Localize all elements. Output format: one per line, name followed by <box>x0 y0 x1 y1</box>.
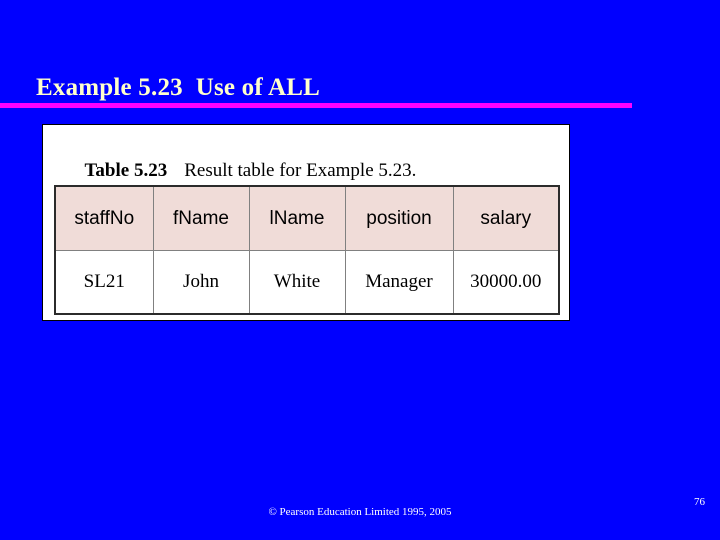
column-header-lname: lName <box>248 185 346 251</box>
cell-staffno: SL21 <box>54 250 154 315</box>
page-title: Example 5.23 Use of ALL <box>36 74 320 101</box>
title-divider-rule <box>0 103 632 108</box>
table-header-row: staffNo fName lName position salary <box>54 185 560 251</box>
cell-fname: John <box>152 250 250 315</box>
cell-position: Manager <box>344 250 454 315</box>
column-header-fname: fName <box>152 185 250 251</box>
result-table: staffNo fName lName position salary SL21… <box>54 185 560 315</box>
column-header-staffno: staffNo <box>54 185 154 251</box>
table-caption-text: Result table for Example 5.23. <box>184 160 417 181</box>
column-header-salary: salary <box>452 185 560 251</box>
column-header-position: position <box>344 185 454 251</box>
cell-lname: White <box>248 250 346 315</box>
footer-copyright: © Pearson Education Limited 1995, 2005 <box>268 506 452 518</box>
cell-salary: 30000.00 <box>452 250 560 315</box>
slide: Example 5.23 Use of ALL Table 5.23 Result… <box>0 0 720 540</box>
page-number: 76 <box>694 496 705 508</box>
table-caption-label: Table 5.23 <box>84 160 168 181</box>
result-table-panel: Table 5.23 Result table for Example 5.23.… <box>42 124 570 321</box>
table-row: SL21 John White Manager 30000.00 <box>54 250 560 315</box>
